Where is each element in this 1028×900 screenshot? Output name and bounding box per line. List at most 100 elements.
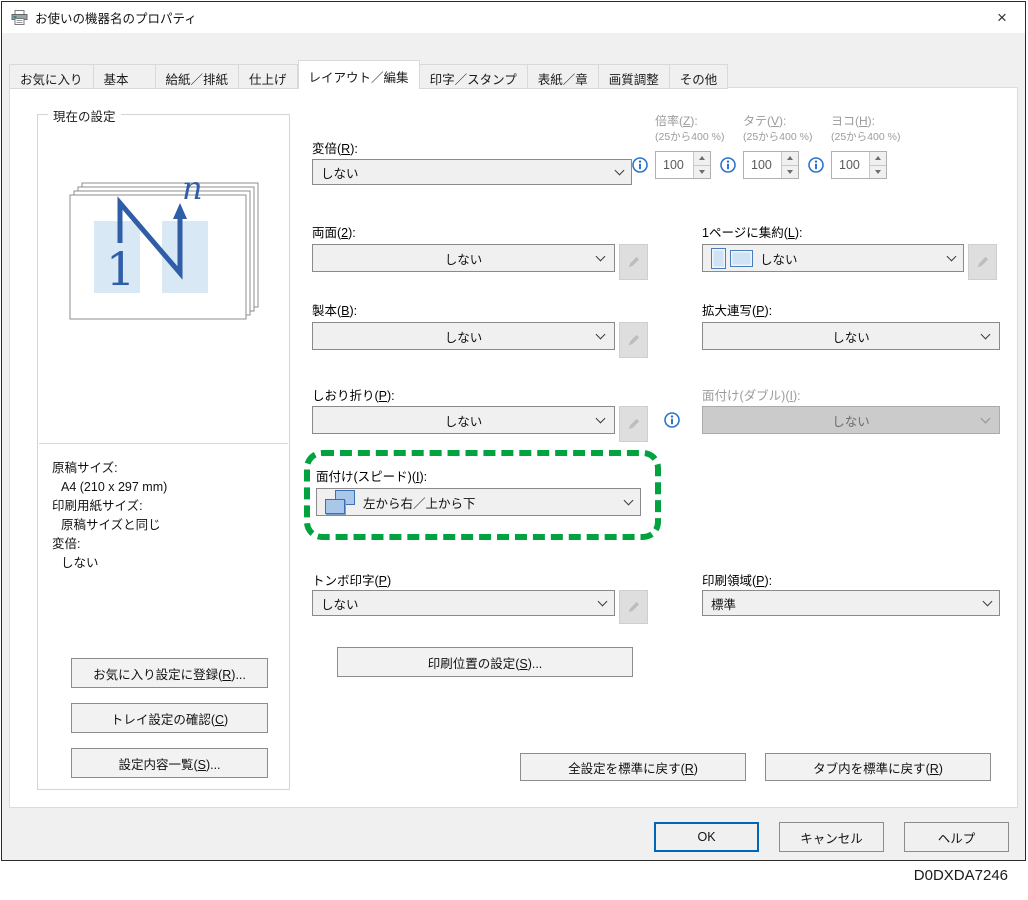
ok-button[interactable]: OK	[654, 822, 759, 852]
info-doc-size-label: 原稿サイズ:	[52, 459, 167, 478]
chevron-down-icon	[596, 413, 606, 423]
horizontal-spinner[interactable]: 100	[831, 151, 887, 179]
cancel-button[interactable]: キャンセル	[779, 822, 884, 852]
imposition-double-select[interactable]: しない	[702, 406, 1000, 434]
chevron-down-icon	[983, 596, 993, 606]
tab-strip: お気に入り 基本 給紙／排紙 仕上げ レイアウト／編集 印字／スタンプ 表紙／章…	[9, 60, 728, 89]
spin-down-icon[interactable]	[694, 166, 710, 179]
crop-marks-label: トンボ印字(P)	[312, 570, 391, 589]
scale-select[interactable]: しない	[312, 159, 632, 185]
pencil-icon	[627, 600, 641, 614]
chevron-down-icon	[596, 329, 606, 339]
info-scale-label: 変倍:	[52, 535, 167, 554]
info-icon	[632, 157, 648, 173]
tab-stamp[interactable]: 印字／スタンプ	[420, 64, 528, 89]
info-scale-value: しない	[52, 554, 167, 573]
info-paper-size-label: 印刷用紙サイズ:	[52, 497, 167, 516]
tray-settings-button[interactable]: トレイ設定の確認(C)	[71, 703, 268, 733]
info-icon	[808, 157, 824, 173]
print-area-select[interactable]: 標準	[702, 590, 1000, 616]
fold-label: しおり折り(P):	[312, 385, 395, 404]
fold-edit-button[interactable]	[619, 406, 648, 442]
preview-first-page-label: 1	[106, 242, 135, 296]
preview-last-page-label: n	[182, 169, 203, 207]
settings-list-button[interactable]: 設定内容一覧(S)...	[71, 748, 268, 778]
fold-select[interactable]: しない	[312, 406, 615, 434]
printer-icon	[11, 10, 28, 25]
printer-properties-dialog: お使いの機器名のプロパティ × お気に入り 基本 給紙／排紙 仕上げ レイアウト…	[1, 1, 1026, 861]
chevron-down-icon	[615, 165, 625, 175]
ratio-spinner[interactable]: 100	[655, 151, 711, 179]
spin-up-icon[interactable]	[870, 152, 886, 166]
group-divider	[39, 443, 288, 444]
imposition-double-label: 面付け(ダブル)(I):	[702, 385, 801, 404]
horizontal-label: ヨコ(H):	[831, 112, 875, 129]
pencil-icon	[627, 417, 641, 431]
group-title: 現在の設定	[48, 106, 121, 125]
horizontal-range-label: (25から400 %)	[831, 129, 900, 144]
chevron-down-icon	[624, 495, 634, 505]
info-icon	[664, 412, 680, 428]
tab-other[interactable]: その他	[670, 64, 729, 89]
reset-tab-button[interactable]: タブ内を標準に戻す(R)	[765, 753, 991, 781]
info-icon	[720, 157, 736, 173]
tab-layout-edit[interactable]: レイアウト／編集	[298, 60, 420, 89]
pencil-icon	[627, 333, 641, 347]
pencil-icon	[627, 255, 641, 269]
imposition-speed-label: 面付け(スピード)(I):	[316, 466, 427, 485]
poster-select[interactable]: しない	[702, 322, 1000, 350]
close-icon[interactable]: ×	[979, 2, 1025, 33]
tab-cover[interactable]: 表紙／章	[528, 64, 599, 89]
combine-edit-button[interactable]	[968, 244, 997, 280]
tab-favorites[interactable]: お気に入り	[9, 64, 94, 89]
poster-label: 拡大連写(P):	[702, 300, 772, 319]
spin-up-icon[interactable]	[694, 152, 710, 166]
booklet-edit-button[interactable]	[619, 322, 648, 358]
spin-down-icon[interactable]	[782, 166, 798, 179]
crop-marks-select[interactable]: しない	[312, 590, 615, 616]
chevron-down-icon	[981, 329, 991, 339]
vertical-spinner[interactable]: 100	[743, 151, 799, 179]
title-bar: お使いの機器名のプロパティ ×	[2, 2, 1025, 33]
tab-basic[interactable]: 基本	[94, 64, 156, 89]
duplex-label: 両面(2):	[312, 222, 356, 241]
booklet-select[interactable]: しない	[312, 322, 615, 350]
portrait-page-icon	[711, 248, 726, 269]
scale-label: 変倍(R):	[312, 138, 358, 157]
ratio-label: 倍率(Z):	[655, 112, 698, 129]
help-button[interactable]: ヘルプ	[904, 822, 1009, 852]
imposition-speed-select[interactable]: 左から右／上から下	[316, 488, 641, 516]
reset-all-button[interactable]: 全設定を標準に戻す(R)	[520, 753, 746, 781]
info-paper-size-value: 原稿サイズと同じ	[52, 516, 167, 535]
vertical-range-label: (25から400 %)	[743, 129, 812, 144]
settings-preview: 1 n	[38, 151, 289, 331]
print-area-label: 印刷領域(P):	[702, 570, 772, 589]
tab-quality[interactable]: 画質調整	[599, 64, 670, 89]
layout-edit-tab-page: 現在の設定 1 n 原稿サイズ: A4 (210 x	[9, 87, 1018, 808]
ratio-range-label: (25から400 %)	[655, 129, 724, 144]
chevron-down-icon	[981, 413, 991, 423]
spin-down-icon[interactable]	[870, 166, 886, 179]
combine-select[interactable]: しない	[702, 244, 964, 272]
chevron-down-icon	[596, 251, 606, 261]
chevron-down-icon	[947, 251, 957, 261]
spin-up-icon[interactable]	[782, 152, 798, 166]
register-favorite-button[interactable]: お気に入り設定に登録(R)...	[71, 658, 268, 688]
combine-label: 1ページに集約(L):	[702, 222, 802, 241]
tab-finishing[interactable]: 仕上げ	[239, 64, 298, 89]
chevron-down-icon	[598, 596, 608, 606]
current-settings-info: 原稿サイズ: A4 (210 x 297 mm) 印刷用紙サイズ: 原稿サイズと…	[52, 459, 167, 573]
vertical-label: タテ(V):	[743, 112, 786, 129]
imposition-preview-image: 1 n	[56, 151, 272, 331]
imposition-sheets-icon	[325, 490, 355, 514]
current-settings-group: 現在の設定 1 n 原稿サイズ: A4 (210 x	[37, 114, 290, 790]
info-doc-size-value: A4 (210 x 297 mm)	[52, 478, 167, 497]
print-position-button[interactable]: 印刷位置の設定(S)...	[337, 647, 633, 677]
window-title: お使いの機器名のプロパティ	[35, 8, 197, 27]
duplex-select[interactable]: しない	[312, 244, 615, 272]
booklet-label: 製本(B):	[312, 300, 357, 319]
pencil-icon	[976, 255, 990, 269]
crop-marks-edit-button[interactable]	[619, 590, 648, 624]
duplex-edit-button[interactable]	[619, 244, 648, 280]
tab-paper[interactable]: 給紙／排紙	[156, 64, 240, 89]
